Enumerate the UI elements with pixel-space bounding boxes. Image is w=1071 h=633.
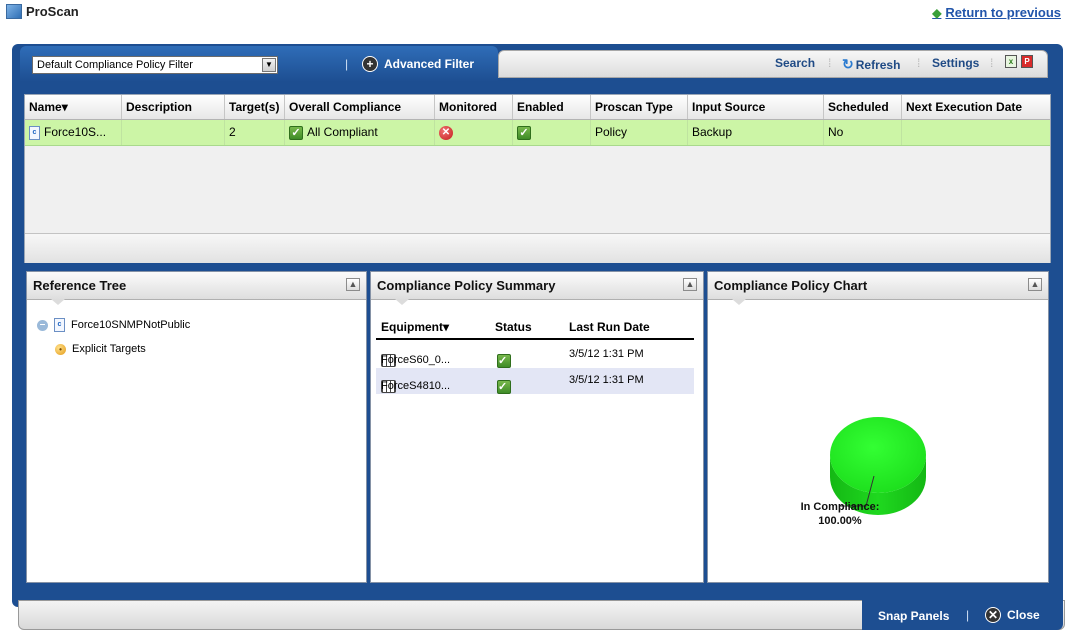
plus-icon: +	[362, 56, 378, 72]
table-footer	[25, 233, 1050, 263]
close-button[interactable]: ✕ Close	[985, 607, 1040, 623]
column-header-equipment[interactable]: Equipment▾	[381, 320, 449, 334]
table-row[interactable]: c Force10S... 2 ✓ All Compliant ✕ ✓ Poli…	[25, 120, 1050, 146]
snap-panels-button[interactable]: Snap Panels	[878, 609, 949, 623]
green-check-icon: ✓	[289, 125, 303, 140]
app-title: ProScan	[6, 4, 79, 19]
table-header: Name▾ Description Target(s) Overall Comp…	[25, 95, 1050, 120]
column-header-last-run-date[interactable]: Last Run Date	[569, 320, 650, 334]
cell-monitored: ✕	[435, 120, 513, 145]
return-link-label: Return to previous	[945, 5, 1061, 20]
cell-scheduled: No	[824, 120, 902, 145]
chart-title: Compliance Policy Chart	[714, 278, 868, 293]
green-check-icon: ✓	[517, 125, 531, 140]
divider: ⁞	[990, 56, 994, 70]
column-header-monitored[interactable]: Monitored	[435, 95, 513, 119]
cell-targets: 2	[225, 120, 285, 145]
divider: |	[966, 608, 970, 622]
green-check-icon: ✓	[497, 354, 511, 368]
cell-enabled: ✓	[513, 120, 591, 145]
panel-header: Compliance Policy Chart ▲	[708, 272, 1048, 300]
divider	[376, 338, 694, 340]
settings-button[interactable]: Settings	[932, 56, 979, 70]
cell-proscan-type: Policy	[591, 120, 688, 145]
cell-description	[122, 120, 225, 145]
column-header-next-execution-date[interactable]: Next Execution Date	[902, 95, 1050, 119]
tree-node-explicit-targets[interactable]: • Explicit Targets	[55, 343, 146, 355]
reference-tree-title: Reference Tree	[33, 278, 127, 293]
column-header-proscan-type[interactable]: Proscan Type	[591, 95, 688, 119]
return-to-previous-link[interactable]: ◆ Return to previous	[932, 5, 1061, 20]
column-header-name[interactable]: Name▾	[25, 95, 122, 119]
chevron-down-icon[interactable]: ▼	[262, 58, 276, 72]
summary-title: Compliance Policy Summary	[377, 278, 556, 293]
divider: ⁞	[917, 56, 921, 70]
panel-header: Reference Tree ▲	[27, 272, 366, 300]
column-header-targets[interactable]: Target(s)	[225, 95, 285, 119]
column-header-status[interactable]: Status	[495, 320, 532, 334]
advanced-filter-button[interactable]: + Advanced Filter	[362, 56, 474, 72]
proscan-app-icon	[6, 4, 22, 19]
column-header-overall-compliance[interactable]: Overall Compliance	[285, 95, 435, 119]
collapse-icon[interactable]: ▲	[1028, 278, 1042, 291]
panel-header: Compliance Policy Summary ▲	[371, 272, 703, 300]
column-header-scheduled[interactable]: Scheduled	[824, 95, 902, 119]
red-x-icon: ✕	[439, 125, 453, 140]
column-header-input-source[interactable]: Input Source	[688, 95, 824, 119]
policy-document-icon: c	[54, 318, 65, 332]
search-button[interactable]: Search	[775, 56, 815, 70]
compliance-filter-select[interactable]: Default Compliance Policy Filter ▼	[32, 56, 278, 74]
list-item[interactable]: ForceS4810... ✓ 3/5/12 1:31 PM	[376, 368, 694, 394]
collapse-icon[interactable]: ▲	[346, 278, 360, 291]
cell-input-source: Backup	[688, 120, 824, 145]
policy-document-icon: c	[29, 125, 40, 140]
advanced-filter-label: Advanced Filter	[384, 57, 475, 71]
green-check-icon: ✓	[497, 380, 511, 394]
panel-notch	[51, 299, 65, 305]
cell-overall-compliance: ✓ All Compliant	[285, 120, 435, 145]
cell-next-execution-date	[902, 120, 1050, 145]
refresh-icon: ↻	[842, 56, 854, 72]
export-pdf-icon[interactable]: P	[1021, 55, 1033, 68]
collapse-icon[interactable]: ▲	[683, 278, 697, 291]
cell-name[interactable]: c Force10S...	[25, 120, 122, 145]
column-header-description[interactable]: Description	[122, 95, 225, 119]
pie-chart: In Compliance: 100.00%	[801, 417, 926, 527]
close-icon: ✕	[985, 607, 1001, 623]
pie-label-value: 100.00%	[818, 515, 862, 527]
reference-tree-panel: Reference Tree ▲ – c Force10SNMPNotPubli…	[26, 271, 367, 583]
panel-notch	[395, 299, 409, 305]
pie-slice-in-compliance[interactable]	[830, 417, 926, 493]
column-header-enabled[interactable]: Enabled	[513, 95, 591, 119]
proscan-table: Name▾ Description Target(s) Overall Comp…	[24, 94, 1051, 263]
pie-label-name: In Compliance:	[801, 501, 880, 513]
export-excel-icon[interactable]: x	[1005, 55, 1017, 68]
back-arrow-icon: ◆	[932, 5, 942, 20]
filter-select-value: Default Compliance Policy Filter	[37, 59, 193, 71]
collapse-toggle-icon[interactable]: –	[37, 319, 48, 331]
divider: ⁞	[828, 56, 832, 70]
refresh-button[interactable]: ↻ Refresh	[842, 56, 900, 73]
divider: |	[345, 57, 349, 71]
target-group-icon: •	[55, 343, 66, 355]
tree-node-root[interactable]: – c Force10SNMPNotPublic	[37, 318, 190, 332]
list-item[interactable]: ForceS60_0... ✓ 3/5/12 1:31 PM	[376, 342, 694, 368]
close-label: Close	[1007, 608, 1040, 622]
compliance-chart-panel: Compliance Policy Chart ▲ In Compliance:…	[707, 271, 1049, 583]
compliance-summary-panel: Compliance Policy Summary ▲ Equipment▾ S…	[370, 271, 704, 583]
refresh-label: Refresh	[855, 57, 901, 72]
app-title-text: ProScan	[26, 4, 79, 19]
